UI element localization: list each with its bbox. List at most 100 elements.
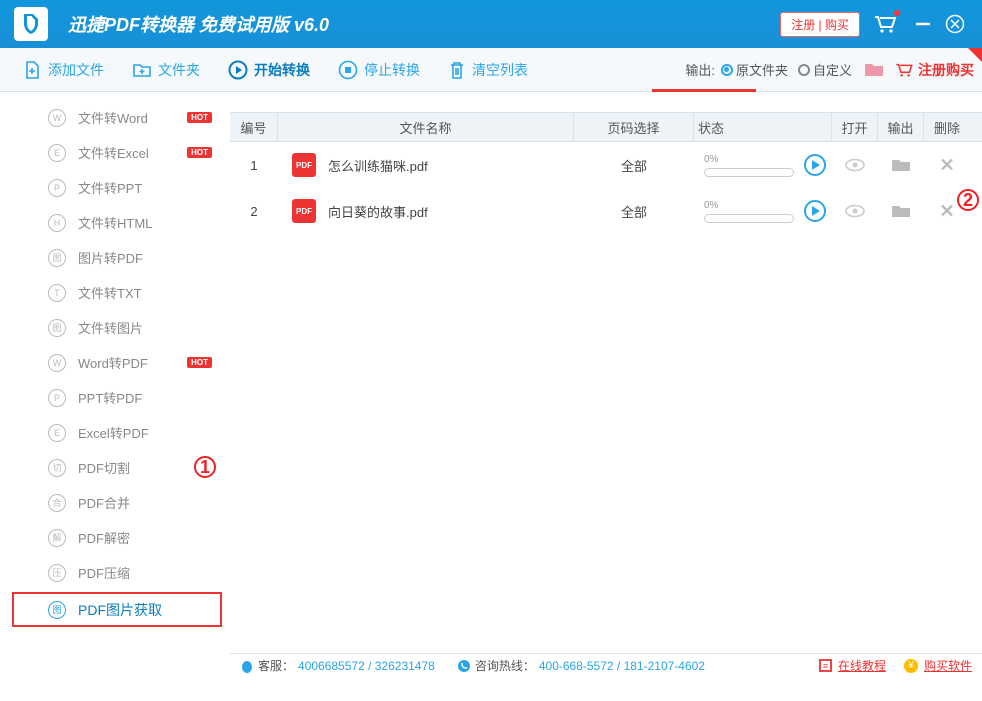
table-row: 2 PDF向日葵的故事.pdf 全部 0% ✕	[230, 188, 982, 234]
sidebar-item-label: 文件转Word	[78, 108, 148, 127]
service-label: 客服：	[258, 657, 294, 674]
sidebar-item-icon: 图	[48, 249, 66, 267]
minimize-button[interactable]	[910, 11, 936, 37]
sidebar-item-icon: P	[48, 389, 66, 407]
row-output[interactable]	[878, 157, 924, 173]
pdf-icon: PDF	[292, 199, 316, 223]
sidebar-item[interactable]: T 文件转TXT	[0, 275, 230, 310]
sidebar-item-icon: E	[48, 144, 66, 162]
hot-badge: HOT	[187, 147, 212, 158]
row-name[interactable]: PDF怎么训练猫咪.pdf	[278, 153, 574, 177]
sidebar-item-icon: T	[48, 284, 66, 302]
output-label: 输出:	[685, 60, 715, 79]
browse-folder-icon[interactable]	[864, 62, 884, 78]
col-name: 文件名称	[278, 113, 574, 141]
stop-convert-button[interactable]: 停止转换	[324, 48, 434, 92]
sidebar-item[interactable]: 图文件转图片	[0, 310, 230, 345]
sidebar-item-label: 文件转TXT	[78, 283, 142, 302]
row-status: 0%	[694, 154, 832, 177]
row-status: 0%	[694, 200, 832, 223]
register-buy-button[interactable]: 注册 | 购买	[780, 12, 860, 37]
clear-list-button[interactable]: 清空列表	[434, 48, 542, 92]
close-button[interactable]	[942, 11, 968, 37]
sidebar-item-icon: 图	[48, 601, 66, 619]
buy-link[interactable]: 购买软件	[924, 657, 972, 674]
row-delete[interactable]: ✕	[924, 155, 970, 176]
sidebar-item[interactable]: E 文件转Excel HOT	[0, 135, 230, 170]
play-icon[interactable]	[804, 200, 826, 222]
sidebar-item-icon: W	[48, 354, 66, 372]
col-delete: 删除	[924, 113, 970, 141]
sidebar-item-label: 图片转PDF	[78, 248, 143, 267]
app-logo	[14, 7, 48, 41]
tutorial-icon: ≡	[819, 659, 832, 672]
output-custom-radio[interactable]: 自定义	[798, 60, 852, 79]
sidebar-item-label: PPT转PDF	[78, 388, 142, 407]
sidebar-item-label: PDF压缩	[78, 563, 130, 582]
sidebar-item-icon: 合	[48, 494, 66, 512]
titlebar: 迅捷PDF转换器 免费试用版 v6.0 注册 | 购买	[0, 0, 982, 48]
penguin-icon	[240, 659, 254, 673]
play-icon[interactable]	[804, 154, 826, 176]
col-num: 编号	[230, 113, 278, 141]
start-convert-button[interactable]: 开始转换	[214, 48, 324, 92]
service-value[interactable]: 4006685572 / 326231478	[298, 659, 435, 673]
sidebar-item[interactable]: 图图片转PDF	[0, 240, 230, 275]
statusbar: 客服： 4006685572 / 326231478 咨询热线： 400-668…	[230, 653, 982, 677]
sidebar-item[interactable]: 压 PDF压缩	[0, 555, 230, 590]
sidebar-item[interactable]: 合 PDF合并	[0, 485, 230, 520]
row-page[interactable]: 全部	[574, 202, 694, 221]
row-open[interactable]	[832, 158, 878, 172]
hotline-value[interactable]: 400-668-5572 / 181-2107-4602	[539, 659, 705, 673]
sidebar-item[interactable]: W文件转WordHOT	[0, 100, 230, 135]
sidebar-item-icon: 压	[48, 564, 66, 582]
pdf-icon: PDF	[292, 153, 316, 177]
row-name[interactable]: PDF向日葵的故事.pdf	[278, 199, 574, 223]
sidebar-item-label: 文件转HTML	[78, 213, 152, 232]
app-title: 迅捷PDF转换器 免费试用版 v6.0	[68, 11, 780, 37]
cart-icon[interactable]	[872, 13, 898, 35]
sidebar-item[interactable]: P 文件转PPT	[0, 170, 230, 205]
sidebar-item-label: Excel转PDF	[78, 423, 149, 442]
hot-badge: HOT	[187, 357, 212, 368]
row-num: 2	[230, 204, 278, 219]
annotation-1: 1	[194, 456, 216, 478]
col-status: 状态	[694, 113, 832, 141]
add-file-button[interactable]: 添加文件	[8, 48, 118, 92]
sidebar-item[interactable]: W Word转PDF HOT	[0, 345, 230, 380]
sidebar: W文件转WordHOTE文件转ExcelHOTP文件转PPTH文件转HTML图图…	[0, 92, 230, 677]
sidebar-item[interactable]: 解 PDF解密	[0, 520, 230, 555]
sidebar-item[interactable]: H 文件转HTML	[0, 205, 230, 240]
sidebar-item-icon: 切	[48, 459, 66, 477]
sidebar-item[interactable]: E Excel转PDF	[0, 415, 230, 450]
sidebar-item[interactable]: 图 PDF图片获取	[12, 592, 222, 627]
hot-badge: HOT	[187, 112, 212, 123]
yen-icon: ¥	[904, 659, 918, 673]
sidebar-item-icon: P	[48, 179, 66, 197]
output-source-radio[interactable]: 原文件夹	[721, 60, 788, 79]
col-page: 页码选择	[574, 113, 694, 141]
row-page[interactable]: 全部	[574, 156, 694, 175]
sidebar-item-icon: H	[48, 214, 66, 232]
corner-ribbon	[968, 48, 982, 62]
add-folder-button[interactable]: 文件夹	[118, 48, 214, 92]
col-open: 打开	[832, 113, 878, 141]
row-output[interactable]	[878, 203, 924, 219]
sidebar-item-label: PDF合并	[78, 493, 130, 512]
table-header: 编号 文件名称 页码选择 状态 打开 输出 删除	[230, 112, 982, 142]
row-open[interactable]	[832, 204, 878, 218]
sidebar-item[interactable]: P PPT转PDF	[0, 380, 230, 415]
sidebar-item-icon: E	[48, 424, 66, 442]
sidebar-item-label: PDF图片获取	[78, 600, 162, 620]
hotline-label: 咨询热线：	[475, 657, 535, 674]
sidebar-item-label: 文件转PPT	[78, 178, 142, 197]
phone-icon	[457, 659, 471, 673]
row-num: 1	[230, 158, 278, 173]
sidebar-item-label: 文件转Excel	[78, 143, 149, 162]
sidebar-item-label: PDF解密	[78, 528, 130, 547]
register-buy-toolbar-button[interactable]: 注册购买	[894, 60, 974, 80]
content-area: 2 编号 文件名称 页码选择 状态 打开 输出 删除 1 PDF怎么训练猫咪.p…	[230, 92, 982, 677]
sidebar-item-label: Word转PDF	[78, 353, 148, 372]
tutorial-link[interactable]: 在线教程	[838, 657, 886, 674]
sidebar-item-icon: 解	[48, 529, 66, 547]
